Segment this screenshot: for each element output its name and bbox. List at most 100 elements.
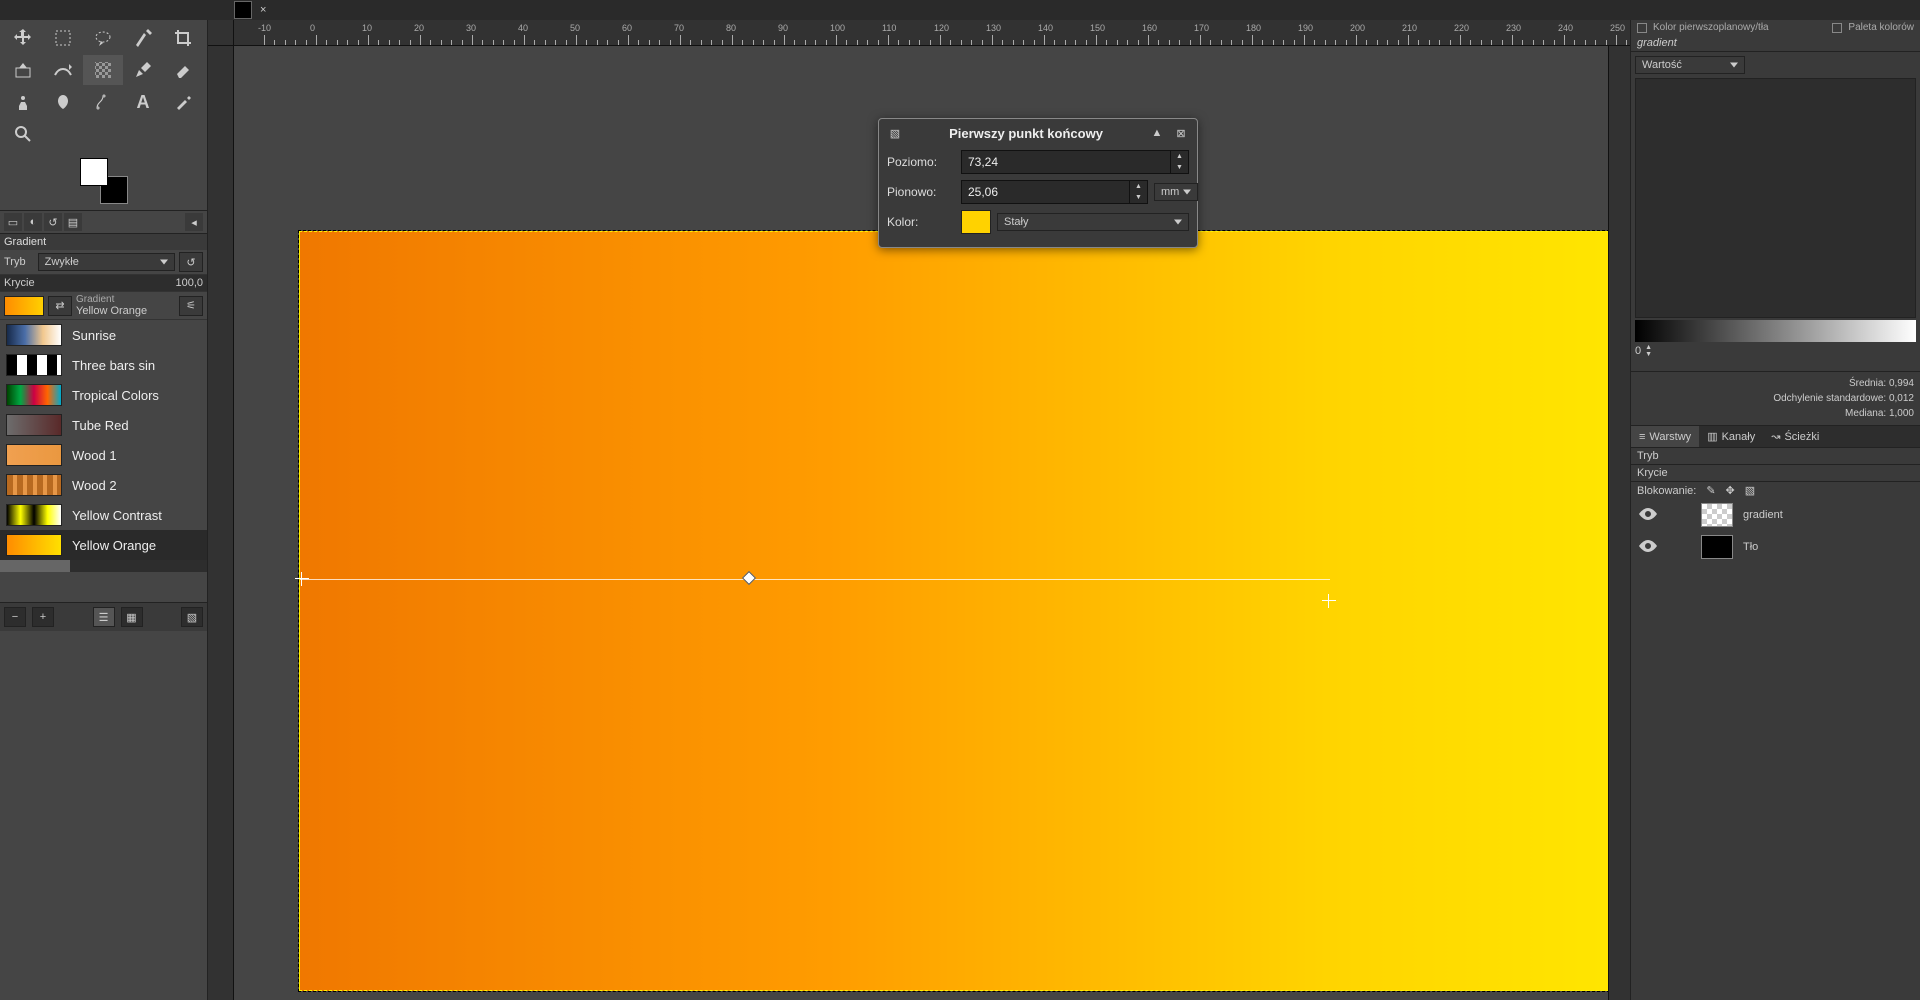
canvas[interactable]	[299, 231, 1608, 991]
gradient-start-handle[interactable]	[295, 572, 309, 586]
gradient-thumb	[6, 384, 62, 406]
dock-remove-button[interactable]: −	[4, 607, 26, 627]
gradient-line[interactable]	[300, 579, 1330, 580]
horiz-step-up[interactable]: ▲	[1171, 151, 1188, 162]
horiz-input[interactable]: ▲▼	[961, 150, 1189, 174]
eraser-tool[interactable]	[163, 55, 203, 85]
text-tool[interactable]: A	[123, 87, 163, 117]
warp-tool[interactable]	[43, 55, 83, 85]
gradient-thumb	[6, 324, 62, 346]
layer-opacity-row[interactable]: Krycie	[1631, 465, 1920, 482]
gradient-thumb	[6, 534, 62, 556]
histogram-axis-value: 0	[1635, 345, 1641, 357]
gradient-label: Tube Red	[72, 418, 129, 433]
path-tool[interactable]	[83, 87, 123, 117]
clone-tool[interactable]	[3, 87, 43, 117]
vert-input[interactable]: ▲▼	[961, 180, 1148, 204]
gradient-item[interactable]: Sunrise	[0, 320, 207, 350]
visibility-icon[interactable]	[1637, 538, 1661, 556]
vert-field[interactable]	[962, 181, 1129, 203]
fg-color-swatch[interactable]	[80, 158, 108, 186]
mode-select[interactable]: Zwykłe	[38, 253, 175, 271]
popup-close-icon[interactable]: ⊠	[1173, 125, 1189, 141]
color-picker-tool[interactable]	[163, 87, 203, 117]
zoom-tool[interactable]	[3, 119, 43, 149]
tool-options-tabs: ▭ ◐ ↺ ▤ ◂	[0, 210, 207, 234]
fgbg-palette-icon[interactable]	[1637, 23, 1647, 33]
gradient-end-handle[interactable]	[1322, 594, 1336, 608]
gradient-list-scrollbar[interactable]	[0, 560, 207, 572]
layer-mode-row[interactable]: Tryb	[1631, 448, 1920, 465]
view-list-button[interactable]: ☰	[93, 607, 115, 627]
layer-name: Tło	[1743, 541, 1758, 553]
gradient-item[interactable]: Tropical Colors	[0, 380, 207, 410]
paintbrush-tool[interactable]	[123, 55, 163, 85]
vert-step-up[interactable]: ▲	[1130, 181, 1147, 192]
palette-icon[interactable]	[1832, 23, 1842, 33]
gradient-picker-row: ⇄ Gradient Yellow Orange ⚟	[0, 292, 207, 320]
images-icon[interactable]: ▤	[64, 213, 82, 231]
fg-bg-colors[interactable]	[80, 158, 128, 204]
palette-label: Paleta kolorów	[1848, 22, 1914, 33]
mode-reset-button[interactable]: ↺	[179, 252, 203, 272]
canvas-area[interactable]: ▧ Pierwszy punkt końcowy ▲ ⊠ Poziomo: ▲▼	[234, 46, 1608, 1000]
gradient-mid-handle[interactable]	[742, 571, 756, 585]
ruler-vertical[interactable]	[208, 46, 234, 1000]
gradient-item[interactable]: Wood 1	[0, 440, 207, 470]
transform-tool[interactable]	[3, 55, 43, 85]
popup-detach-icon[interactable]: ▲	[1149, 125, 1165, 141]
layer-row[interactable]: Tło	[1631, 531, 1920, 563]
gradient-reverse-button[interactable]: ⇄	[48, 296, 72, 316]
ruler-number: 150	[1090, 23, 1105, 33]
gradient-item[interactable]: Tube Red	[0, 410, 207, 440]
axis-step-down[interactable]: ▼	[1645, 351, 1652, 358]
dock-add-button[interactable]: +	[32, 607, 54, 627]
right-panel: Kolor pierwszoplanowy/tła Paleta kolorów…	[1630, 20, 1920, 1000]
lock-pixels-icon[interactable]: ✎	[1706, 484, 1715, 497]
fuzzy-select-tool[interactable]	[123, 23, 163, 53]
horiz-step-down[interactable]: ▼	[1171, 162, 1188, 173]
tool-options-icon[interactable]: ▭	[4, 213, 22, 231]
tab-paths[interactable]: ↝Ścieżki	[1763, 426, 1827, 447]
tab-channels[interactable]: ▥Kanały	[1699, 426, 1763, 447]
horiz-field[interactable]	[962, 151, 1170, 173]
close-icon[interactable]: ×	[260, 4, 266, 16]
visibility-icon[interactable]	[1637, 506, 1661, 524]
gradient-header-value: Yellow Orange	[76, 305, 175, 317]
undo-history-icon[interactable]: ↺	[44, 213, 62, 231]
left-panel: A ▭ ◐ ↺ ▤ ◂ Gradient Tryb Zwykłe ↺	[0, 20, 208, 1000]
device-status-icon[interactable]: ◐	[24, 213, 42, 231]
dock-config-button[interactable]: ▧	[181, 607, 203, 627]
menu-icon[interactable]: ◂	[185, 213, 203, 231]
gradient-item[interactable]: Yellow Orange	[0, 530, 207, 560]
lock-alpha-icon[interactable]: ▧	[1745, 484, 1755, 497]
ruler-number: 200	[1350, 23, 1365, 33]
lock-position-icon[interactable]: ✥	[1726, 484, 1735, 497]
histogram-channel-select[interactable]: Wartość	[1635, 56, 1745, 74]
opacity-row[interactable]: Krycie 100,0	[0, 275, 207, 292]
view-grid-button[interactable]: ▦	[121, 607, 143, 627]
toolbox: A	[0, 20, 207, 152]
ruler-horizontal[interactable]: -100102030405060708090100110120130140150…	[234, 20, 1630, 46]
gradient-swatch[interactable]	[4, 296, 44, 316]
rect-select-tool[interactable]	[43, 23, 83, 53]
free-select-tool[interactable]	[83, 23, 123, 53]
gradient-edit-button[interactable]: ⚟	[179, 296, 203, 316]
gradient-label: Tropical Colors	[72, 388, 159, 403]
endpoint-color-swatch[interactable]	[961, 210, 991, 234]
vert-step-down[interactable]: ▼	[1130, 192, 1147, 203]
gradient-tool[interactable]	[83, 55, 123, 85]
axis-step-up[interactable]: ▲	[1645, 344, 1652, 351]
scrollbar-vertical[interactable]	[1608, 46, 1630, 1000]
gradient-item[interactable]: Wood 2	[0, 470, 207, 500]
gradient-item[interactable]: Three bars sin	[0, 350, 207, 380]
tab-layers[interactable]: ≡Warstwy	[1631, 426, 1699, 447]
unit-select[interactable]: mm	[1154, 183, 1198, 201]
color-mode-select[interactable]: Stały	[997, 213, 1189, 231]
layer-row[interactable]: gradient	[1631, 499, 1920, 531]
crop-tool[interactable]	[163, 23, 203, 53]
smudge-tool[interactable]	[43, 87, 83, 117]
move-tool[interactable]	[3, 23, 43, 53]
gradient-item[interactable]: Yellow Contrast	[0, 500, 207, 530]
layer-thumb	[1701, 535, 1733, 559]
